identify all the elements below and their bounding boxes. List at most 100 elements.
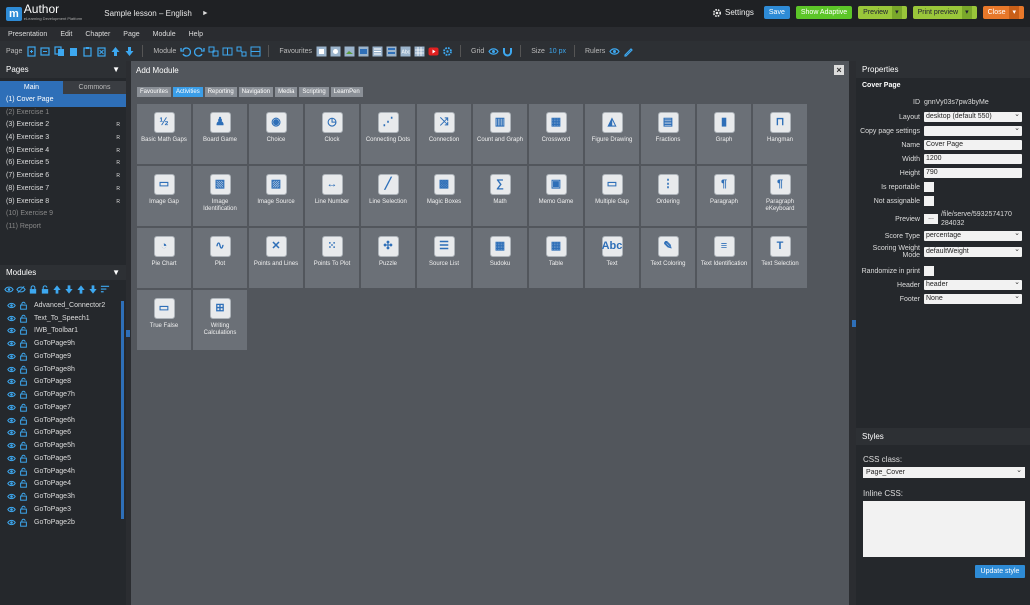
module-list-item[interactable]: GoToPage6h xyxy=(0,414,126,427)
category-tab-navigation[interactable]: Navigation xyxy=(238,87,274,97)
align-center-icon[interactable] xyxy=(222,46,233,57)
bring-to-front-icon[interactable] xyxy=(52,284,62,294)
fav-image-gap-icon[interactable] xyxy=(358,46,369,57)
rulers-visibility-eye-icon[interactable] xyxy=(609,46,620,57)
modules-scrollbar[interactable] xyxy=(121,301,124,519)
unlock-icon[interactable] xyxy=(18,492,28,502)
module-tile[interactable]: ▦ Crossword xyxy=(529,104,583,164)
module-tile[interactable]: ▭ Image Gap xyxy=(137,166,191,226)
module-tile[interactable]: ▤ Fractions xyxy=(641,104,695,164)
grid-visibility-eye-icon[interactable] xyxy=(488,46,499,57)
module-list-item[interactable]: GoToPage7h xyxy=(0,388,126,401)
copy-page-icon[interactable] xyxy=(68,46,79,57)
module-tile[interactable]: ⤨ Connection xyxy=(417,104,471,164)
menu-edit[interactable]: Edit xyxy=(60,31,72,38)
visibility-eye-icon[interactable] xyxy=(6,415,16,425)
undo-icon[interactable] xyxy=(180,46,192,57)
category-tab-activities[interactable]: Activities xyxy=(173,87,203,97)
align-left-icon[interactable] xyxy=(208,46,219,57)
module-list-item[interactable]: GoToPage4 xyxy=(0,478,126,491)
module-list-item[interactable]: Text_To_Speech1 xyxy=(0,312,126,325)
module-tile[interactable]: ¶ Paragraph xyxy=(697,166,751,226)
visibility-eye-icon[interactable] xyxy=(6,428,16,438)
move-down-icon[interactable] xyxy=(124,46,135,57)
fav-settings-gear-icon[interactable] xyxy=(442,46,453,57)
module-list-item[interactable]: GoToPage8 xyxy=(0,376,126,389)
visibility-eye-icon[interactable] xyxy=(6,377,16,387)
unlock-icon[interactable] xyxy=(18,300,28,310)
grid-snap-magnet-icon[interactable] xyxy=(502,46,513,57)
update-style-button[interactable]: Update style xyxy=(975,565,1025,578)
grid-size-value[interactable]: 10 px xyxy=(549,48,566,55)
unlock-icon[interactable] xyxy=(18,351,28,361)
visibility-eye-icon[interactable] xyxy=(6,453,16,463)
inline-css-textarea[interactable] xyxy=(863,501,1025,557)
module-tile[interactable]: ▧ Image Identification xyxy=(193,166,247,226)
fav-youtube-icon[interactable] xyxy=(428,46,439,57)
visibility-eye-icon[interactable] xyxy=(6,504,16,514)
copy-page-settings-select[interactable] xyxy=(924,124,1022,136)
category-tab-favourites[interactable]: Favourites xyxy=(137,87,172,97)
module-tile[interactable]: ◷ Clock xyxy=(305,104,359,164)
unlock-icon[interactable] xyxy=(18,415,28,425)
left-panel-resize-handle[interactable] xyxy=(126,330,130,337)
menu-chapter[interactable]: Chapter xyxy=(85,31,110,38)
layout-select[interactable]: desktop (default 550) xyxy=(924,110,1022,122)
category-tab-reporting[interactable]: Reporting xyxy=(204,87,237,97)
hide-all-eye-icon[interactable] xyxy=(16,284,26,294)
settings-button[interactable]: Settings xyxy=(712,8,754,18)
page-item[interactable]: (1) Cover Page xyxy=(0,94,126,107)
module-tile[interactable]: ▣ Memo Game xyxy=(529,166,583,226)
category-tab-learnpen[interactable]: LearnPen xyxy=(330,87,363,97)
page-item[interactable]: (10) Exercise 9 xyxy=(0,208,126,221)
module-tile[interactable]: ▩ Magic Boxes xyxy=(417,166,471,226)
page-item[interactable]: (7) Exercise 6 R xyxy=(0,170,126,183)
module-list-item[interactable]: GoToPage7 xyxy=(0,401,126,414)
module-list-item[interactable]: GoToPage5h xyxy=(0,439,126,452)
visibility-eye-icon[interactable] xyxy=(6,441,16,451)
footer-select[interactable]: None xyxy=(924,292,1022,304)
header-select[interactable]: header xyxy=(924,278,1022,290)
module-list-item[interactable]: GoToPage5 xyxy=(0,452,126,465)
unlock-icon[interactable] xyxy=(18,339,28,349)
page-item[interactable]: (8) Exercise 7 R xyxy=(0,183,126,196)
move-backward-icon[interactable] xyxy=(76,284,86,294)
unlock-icon[interactable] xyxy=(18,504,28,514)
visibility-eye-icon[interactable] xyxy=(6,517,16,527)
menu-help[interactable]: Help xyxy=(189,31,203,38)
module-tile[interactable]: ◭ Figure Drawing xyxy=(585,104,639,164)
sort-icon[interactable] xyxy=(100,284,110,294)
height-input[interactable]: 790 xyxy=(924,168,1022,178)
module-list-item[interactable]: GoToPage6 xyxy=(0,427,126,440)
show-adaptive-button[interactable]: Show Adaptive xyxy=(795,6,853,19)
module-tile[interactable]: ▭ Multiple Gap xyxy=(585,166,639,226)
rulers-edit-icon[interactable] xyxy=(623,46,634,57)
tab-main[interactable]: Main xyxy=(0,81,63,94)
module-list-item[interactable]: GoToPage2b xyxy=(0,516,126,529)
preview-button[interactable]: Preview ▾ xyxy=(858,6,907,19)
delete-page-icon[interactable] xyxy=(96,46,107,57)
randomize-in-print-checkbox[interactable] xyxy=(924,266,934,276)
module-tile[interactable]: ⊓ Hangman xyxy=(753,104,807,164)
unlock-icon[interactable] xyxy=(18,313,28,323)
preview-dropdown-icon[interactable]: ▾ xyxy=(892,6,902,19)
unlock-icon[interactable] xyxy=(18,390,28,400)
unlock-icon[interactable] xyxy=(18,428,28,438)
module-tile[interactable]: ▭ True False xyxy=(137,290,191,350)
module-tile[interactable]: ⊞ Writing Calculations xyxy=(193,290,247,350)
modules-collapse-icon[interactable]: ▼ xyxy=(112,268,120,277)
visibility-eye-icon[interactable] xyxy=(6,313,16,323)
unlock-icon[interactable] xyxy=(18,466,28,476)
close-button[interactable]: Close ▾ xyxy=(982,6,1024,19)
fav-table-icon[interactable] xyxy=(414,46,425,57)
visibility-eye-icon[interactable] xyxy=(6,402,16,412)
print-preview-dropdown-icon[interactable]: ▾ xyxy=(962,6,972,19)
scoring-weight-mode-select[interactable]: defaultWeight xyxy=(924,245,1022,257)
paste-page-icon[interactable] xyxy=(82,46,93,57)
module-tile[interactable]: ☰ Source List xyxy=(417,228,471,288)
fav-image-icon[interactable] xyxy=(344,46,355,57)
category-tab-scripting[interactable]: Scripting xyxy=(299,87,329,97)
unlock-all-icon[interactable] xyxy=(40,284,50,294)
unlock-icon[interactable] xyxy=(18,517,28,527)
visibility-eye-icon[interactable] xyxy=(6,390,16,400)
